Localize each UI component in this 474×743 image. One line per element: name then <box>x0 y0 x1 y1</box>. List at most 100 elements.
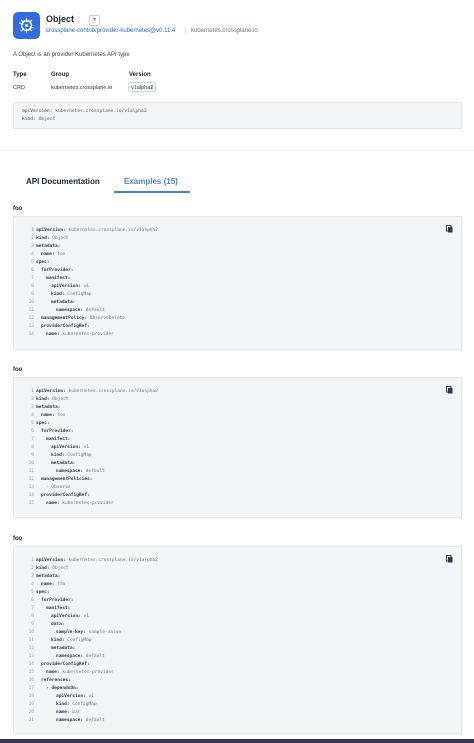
code-text: name: kubernetes-provider <box>46 331 114 339</box>
code-text: apiVersion: kubernetes.crossplane.io/v1a… <box>36 227 158 235</box>
yaml-key: name: <box>41 252 55 257</box>
code-line: 13 - Observe <box>14 484 461 492</box>
yaml-key: providerConfigRef: <box>41 662 90 667</box>
line-number: 7 <box>31 276 34 281</box>
yaml-key: managementPolicy: <box>41 316 88 321</box>
code-text: metadata: <box>51 460 75 468</box>
group-header: Group <box>51 72 69 78</box>
code-text: kind: ConfigMap <box>51 291 92 299</box>
line-number: 14 <box>28 493 34 498</box>
type-header: Type <box>13 72 27 78</box>
line-number: 12 <box>28 646 34 651</box>
summary-key: kind: <box>22 117 36 122</box>
code-line: 3 metadata: <box>14 404 461 412</box>
line-number: 3 <box>31 574 34 579</box>
yaml-key: kind: <box>36 566 50 571</box>
line-number: 10 <box>28 461 34 466</box>
line-number: 12 <box>28 477 34 482</box>
code-line: 10 sample-key: sample-value <box>14 629 461 637</box>
line-number: 2 <box>31 566 34 571</box>
code-line: 13 namespace: default <box>14 653 461 661</box>
code-text: apiVersion: v1 <box>51 444 89 452</box>
code-text: providerConfigRef: <box>41 661 90 669</box>
version-select[interactable]: v1alpha2 ▾ <box>128 82 156 92</box>
line-number: 14 <box>28 332 34 337</box>
yaml-key: metadata: <box>51 461 76 466</box>
line-number: 9 <box>31 622 34 627</box>
line-number: 12 <box>28 316 34 321</box>
code-line: 8 apiVersion: v1 <box>14 283 461 291</box>
line-number: 9 <box>31 292 34 297</box>
code-text: metadata: <box>51 299 75 307</box>
code-text: forProvider: <box>41 428 74 436</box>
code-line: 10 metadata: <box>14 299 461 307</box>
code-line: 5 spec: <box>14 259 461 267</box>
yaml-key: name: <box>46 501 60 506</box>
summary-line: kind: Object <box>22 116 453 124</box>
line-number: 11 <box>28 308 34 313</box>
code-line: 15 name: kubernetes-provider <box>14 669 461 677</box>
yaml-key: kind: <box>36 236 50 241</box>
yaml-key: namespace: <box>56 654 84 659</box>
code-text: kind: ConfigMap <box>51 637 92 645</box>
yaml-value: default <box>83 469 105 474</box>
code-line: 11 namespace: default <box>14 307 461 315</box>
code-text: metadata: <box>51 645 75 653</box>
line-number: 2 <box>31 236 34 241</box>
code-text: manifest: <box>46 275 70 283</box>
line-number: 6 <box>31 268 34 273</box>
provider-link[interactable]: crossplane-contrib/provider-kubernetes@v… <box>46 28 175 34</box>
resource-description: A Object is an provider Kubernetes API t… <box>13 52 130 58</box>
code-text: kind: Object <box>36 396 69 404</box>
code-line: 9 kind: ConfigMap <box>14 291 461 299</box>
code-text: spec: <box>36 259 50 267</box>
yaml-value: Object <box>49 566 69 571</box>
chevron-down-icon[interactable]: ▾ <box>89 15 100 26</box>
yaml-value: kubernetes.crossplane.io/v1alpha2 <box>65 228 158 233</box>
yaml-key: kind: <box>51 638 65 643</box>
yaml-value: foo <box>54 582 66 587</box>
code-text: managementPolicies: <box>41 476 92 484</box>
yaml-key: name: <box>46 670 60 675</box>
line-number: 13 <box>28 654 34 659</box>
line-number: 13 <box>28 324 34 329</box>
code-text: manifest: <box>46 605 70 613</box>
yaml-key: apiVersion: <box>36 389 66 394</box>
code-text: - dependsOn: <box>46 685 79 693</box>
code-line: 4 name: foo <box>14 581 461 589</box>
chevron-down-icon: ▾ <box>150 85 153 91</box>
code-text: spec: <box>36 589 50 597</box>
yaml-key: kind: <box>36 397 50 402</box>
code-line: 17 - dependsOn: <box>14 685 461 693</box>
yaml-key: apiVersion: <box>51 445 81 450</box>
yaml-key: forProvider: <box>41 429 74 434</box>
summary-line: apiVersion: kubernetes.crossplane.io/v1a… <box>22 108 453 116</box>
code-line: 14 providerConfigRef: <box>14 661 461 669</box>
code-line: 14 name: kubernetes-provider <box>14 331 461 339</box>
code-text: kind: Object <box>36 235 69 243</box>
code-text: name: foo <box>41 251 65 259</box>
yaml-value: default <box>83 308 105 313</box>
code-line: 19 kind: ConfigMap <box>14 701 461 709</box>
yaml-key: name: <box>41 413 55 418</box>
code-text: namespace: default <box>56 307 105 315</box>
yaml-key: manifest: <box>46 606 71 611</box>
yaml-key: references: <box>41 678 71 683</box>
line-number: 15 <box>28 670 34 675</box>
line-number: 1 <box>31 558 34 563</box>
yaml-key: apiVersion: <box>36 558 66 563</box>
yaml-value: ConfigMap <box>64 638 92 643</box>
code-text: kind: ConfigMap <box>56 701 97 709</box>
tab-api-documentation[interactable]: API Documentation <box>26 177 100 186</box>
code-text: namespace: default <box>56 653 105 661</box>
code-line: 5 spec: <box>14 589 461 597</box>
code-text: apiVersion: kubernetes.crossplane.io/v1a… <box>36 388 158 396</box>
tab-examples[interactable]: Examples (15) <box>124 177 178 186</box>
code-text: spec: <box>36 420 50 428</box>
code-line: 14 providerConfigRef: <box>14 492 461 500</box>
code-line: 7 manifest: <box>14 436 461 444</box>
code-text: sample-key: sample-value <box>56 629 121 637</box>
yaml-value: foo <box>54 252 66 257</box>
group-value: kubernetes.crossplane.io <box>51 85 113 91</box>
summary-key: apiVersion: <box>22 109 53 114</box>
